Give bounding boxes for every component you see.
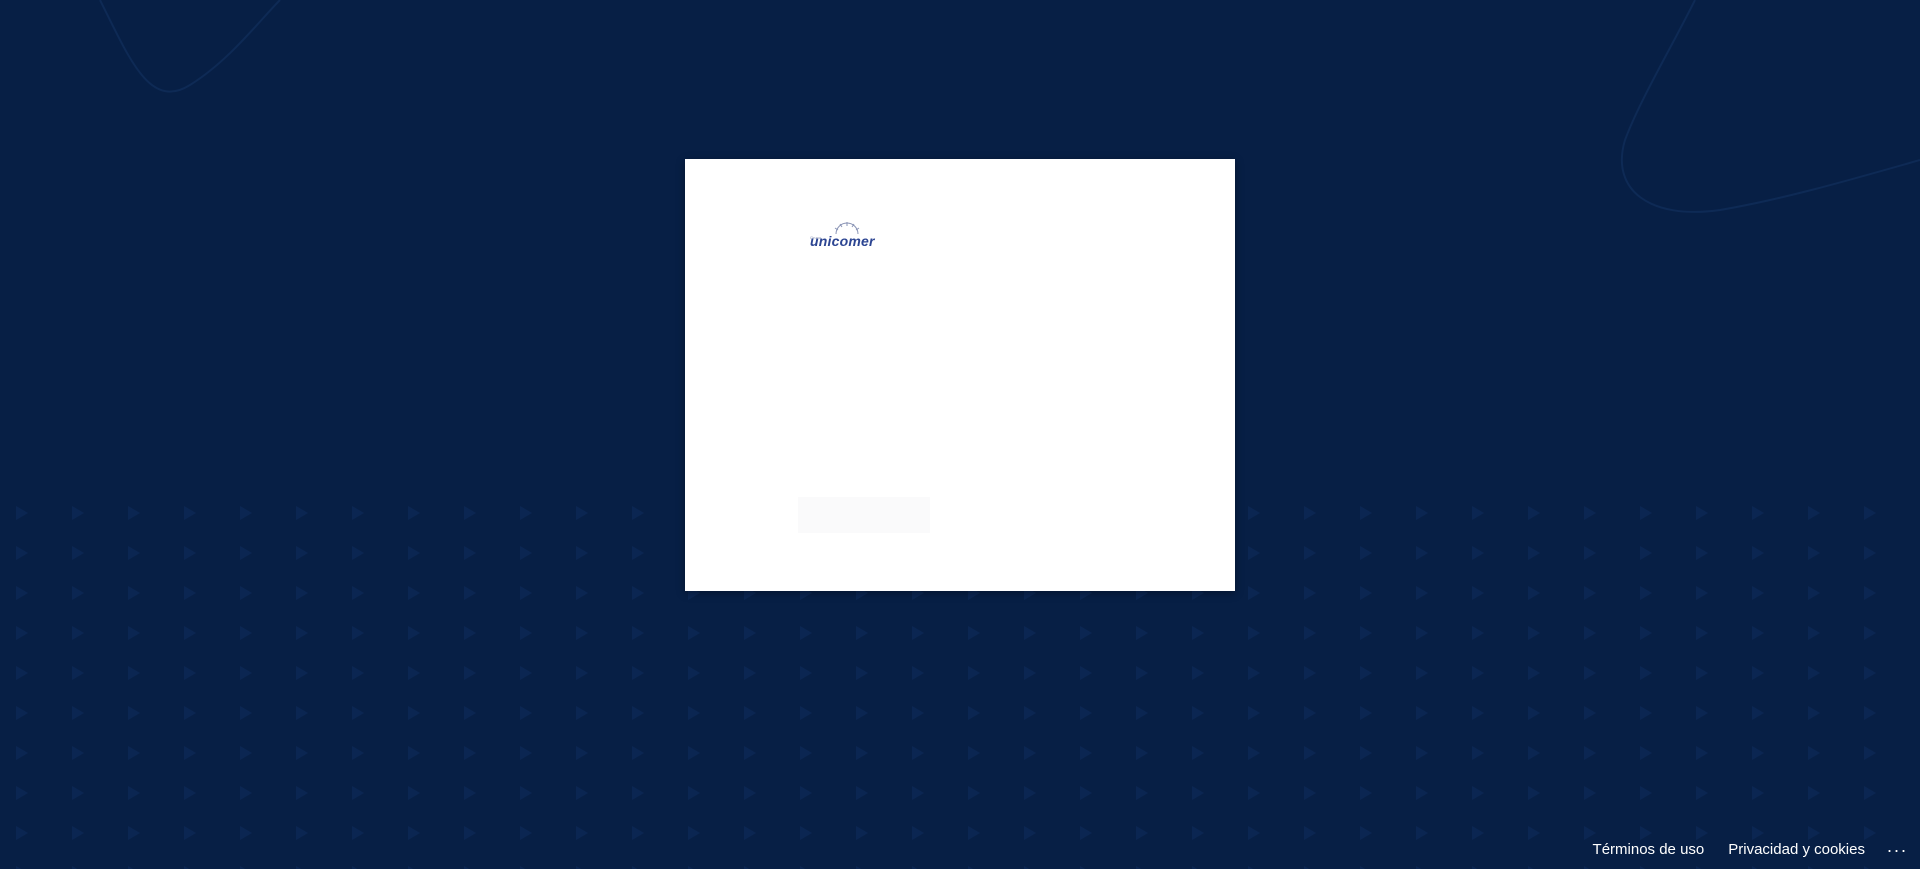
decorative-curve-right <box>1620 0 1920 213</box>
loading-placeholder <box>798 497 930 533</box>
privacy-cookies-link[interactable]: Privacidad y cookies <box>1728 841 1865 858</box>
footer: Términos de uso Privacidad y cookies ... <box>1569 829 1920 869</box>
decorative-curve-left <box>99 0 281 93</box>
terms-of-use-link[interactable]: Términos de uso <box>1593 841 1705 858</box>
unicomer-logo: Grupo unicomer <box>810 221 882 253</box>
logo-wordmark: unicomer <box>810 233 875 249</box>
more-options-button[interactable]: ... <box>1887 836 1908 857</box>
login-card: Grupo unicomer <box>685 159 1235 591</box>
